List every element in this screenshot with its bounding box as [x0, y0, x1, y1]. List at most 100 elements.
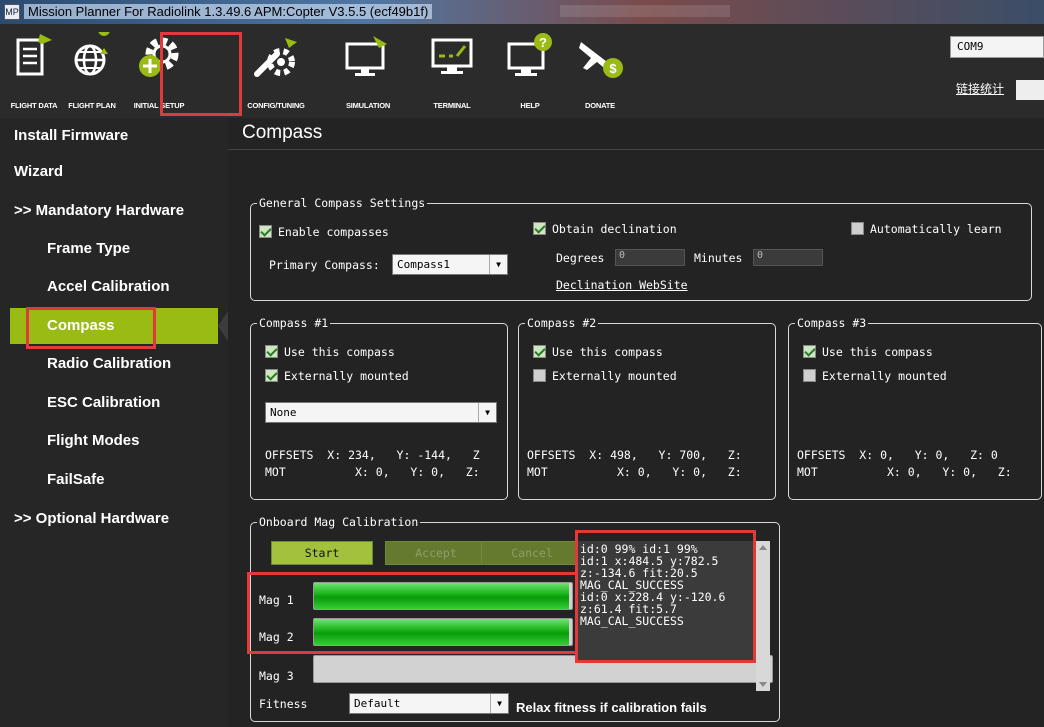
compass-2-external-checkbox[interactable]: Externally mounted: [533, 369, 677, 383]
general-settings-title: General Compass Settings: [257, 196, 428, 210]
sidebar-item-optional-hardware[interactable]: >> Optional Hardware: [0, 501, 228, 537]
checkbox-checked-icon: [803, 345, 816, 358]
donate-button[interactable]: $ DONATE: [568, 32, 632, 114]
primary-compass-select[interactable]: Compass1 ▼: [392, 254, 508, 275]
start-button[interactable]: Start: [271, 541, 373, 565]
app-icon: MP: [4, 4, 20, 20]
compass-1-orientation-value: None: [270, 406, 297, 419]
terminal-icon: [431, 38, 473, 74]
flight-data-icon: [16, 34, 52, 76]
window-title: Mission Planner For Radiolink 1.3.49.6 A…: [24, 4, 433, 19]
svg-text:$: $: [609, 61, 617, 76]
cancel-button[interactable]: Cancel: [481, 541, 583, 565]
simulation-button[interactable]: SIMULATION: [336, 32, 400, 114]
compass-highlight: [26, 307, 156, 349]
sidebar-item-install-firmware[interactable]: Install Firmware: [0, 118, 228, 154]
sidebar-item-flight-modes[interactable]: Flight Modes: [0, 423, 228, 459]
minutes-input[interactable]: 0: [753, 249, 823, 266]
compass-1-use-checkbox[interactable]: Use this compass: [265, 345, 395, 359]
checkbox-checked-icon: [259, 225, 272, 238]
compass-3-external-checkbox[interactable]: Externally mounted: [803, 369, 947, 383]
compass-1-group: Compass #1 Use this compass Externally m…: [250, 316, 508, 500]
compass-3-mot: MOT X: 0, Y: 0, Z:: [797, 465, 1012, 479]
compass-1-external-checkbox[interactable]: Externally mounted: [265, 369, 409, 383]
simulation-icon: [345, 36, 387, 76]
accept-button[interactable]: Accept: [385, 541, 487, 565]
compass-2-title: Compass #2: [525, 316, 599, 330]
compass-1-title: Compass #1: [257, 316, 331, 330]
onboard-mag-title: Onboard Mag Calibration: [257, 515, 421, 529]
main-panel: Compass General Compass Settings Enable …: [228, 118, 1044, 727]
config-tuning-label: CONFIG/TUNING: [247, 101, 305, 110]
compass-2-use-label: Use this compass: [552, 345, 663, 359]
page-title: Compass: [242, 122, 323, 143]
compass-2-mot: MOT X: 0, Y: 0, Z:: [527, 465, 742, 479]
compass-2-offsets: OFFSETS X: 498, Y: 700, Z:: [527, 448, 742, 462]
enable-compasses-checkbox[interactable]: Enable compasses: [259, 225, 389, 239]
fitness-value: Default: [354, 697, 401, 710]
flight-plan-label: FLIGHT PLAN: [68, 101, 116, 110]
sidebar-item-mandatory-hardware[interactable]: >> Mandatory Hardware: [0, 193, 228, 229]
simulation-label: SIMULATION: [345, 101, 391, 110]
obtain-declination-checkbox[interactable]: Obtain declination: [533, 222, 677, 236]
link-stats-link[interactable]: 链接统计: [956, 80, 1004, 97]
primary-compass-label: Primary Compass:: [269, 258, 380, 272]
background-window-ghost: [560, 5, 730, 17]
scroll-up-icon[interactable]: [759, 545, 767, 550]
compass-1-mot: MOT X: 0, Y: 0, Z:: [265, 465, 480, 479]
sidebar-item-accel-calibration[interactable]: Accel Calibration: [0, 269, 228, 305]
terminal-button[interactable]: TERMINAL: [420, 32, 484, 114]
compass-1-external-label: Externally mounted: [284, 369, 409, 383]
compass-1-offsets: OFFSETS X: 234, Y: -144, Z: [265, 448, 480, 462]
chevron-down-icon: ▼: [478, 403, 496, 422]
degrees-label: Degrees: [556, 251, 605, 265]
sidebar-item-failsafe[interactable]: FailSafe: [0, 462, 228, 498]
flight-data-button[interactable]: FLIGHT DATA: [2, 32, 66, 114]
config-tuning-button[interactable]: CONFIG/TUNING: [244, 32, 308, 114]
sidebar-item-frame-type[interactable]: Frame Type: [0, 231, 228, 267]
general-compass-settings: General Compass Settings Enable compasse…: [250, 196, 1032, 301]
chevron-down-icon: ▼: [490, 694, 508, 713]
enable-compasses-label: Enable compasses: [278, 225, 389, 239]
compass-3-use-checkbox[interactable]: Use this compass: [803, 345, 933, 359]
sidebar-item-wizard[interactable]: Wizard: [0, 154, 228, 190]
primary-compass-value: Compass1: [397, 258, 450, 271]
checkbox-checked-icon: [533, 345, 546, 358]
declination-website-link[interactable]: Declination WebSite: [556, 278, 688, 292]
setup-sidebar: Install Firmware Wizard >> Mandatory Har…: [0, 118, 230, 727]
log-scrollbar[interactable]: [756, 541, 770, 691]
auto-learn-checkbox[interactable]: Automatically learn: [851, 222, 1002, 236]
help-button[interactable]: ? HELP: [498, 32, 562, 114]
com-port-select[interactable]: COM9: [950, 36, 1044, 58]
relax-fitness-label: Relax fitness if calibration fails: [516, 700, 707, 715]
compass-2-group: Compass #2 Use this compass Externally m…: [518, 316, 776, 500]
degrees-input[interactable]: 0: [615, 249, 685, 266]
compass-3-external-label: Externally mounted: [822, 369, 947, 383]
donate-label: DONATE: [585, 101, 615, 110]
compass-1-orientation-select[interactable]: None ▼: [265, 402, 497, 423]
flight-plan-button[interactable]: FLIGHT PLAN: [60, 32, 124, 114]
checkbox-unchecked-icon: [533, 369, 546, 382]
log-highlight: [575, 530, 756, 663]
checkbox-unchecked-icon: [851, 222, 864, 235]
page-header: Compass: [228, 118, 1044, 150]
mag-3-label: Mag 3: [259, 669, 294, 683]
config-tuning-icon: [254, 38, 297, 77]
compass-1-use-label: Use this compass: [284, 345, 395, 359]
help-label: HELP: [520, 101, 540, 110]
main-toolbar: FLIGHT DATA FLIGHT PLAN INITIAL SETUP CO…: [0, 24, 1044, 118]
chevron-down-icon: ▼: [489, 255, 507, 274]
compass-2-external-label: Externally mounted: [552, 369, 677, 383]
sidebar-item-esc-calibration[interactable]: ESC Calibration: [0, 385, 228, 421]
fitness-select[interactable]: Default ▼: [349, 693, 509, 714]
svg-text:?: ?: [539, 35, 547, 50]
compass-2-use-checkbox[interactable]: Use this compass: [533, 345, 663, 359]
scroll-down-icon[interactable]: [759, 682, 767, 687]
checkbox-checked-icon: [265, 369, 278, 382]
obtain-declination-label: Obtain declination: [552, 222, 677, 236]
flight-data-label: FLIGHT DATA: [10, 101, 58, 110]
terminal-label: TERMINAL: [433, 101, 471, 110]
sidebar-item-radio-calibration[interactable]: Radio Calibration: [0, 346, 228, 382]
fitness-label: Fitness: [259, 697, 308, 711]
compass-3-use-label: Use this compass: [822, 345, 933, 359]
